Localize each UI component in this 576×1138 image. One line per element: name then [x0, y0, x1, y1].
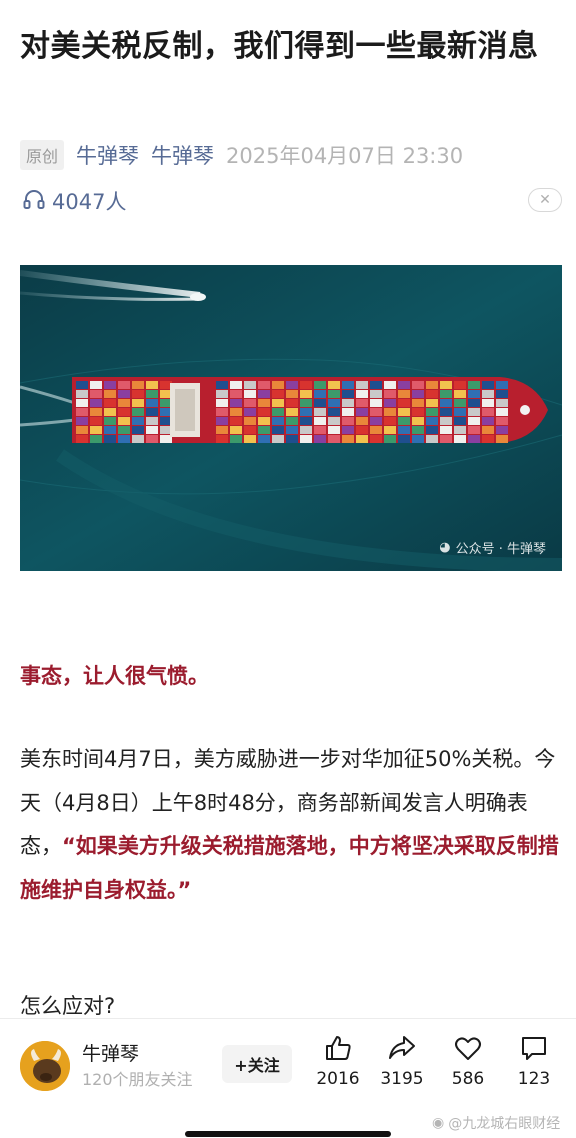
- home-indicator[interactable]: [185, 1131, 391, 1137]
- author-link[interactable]: 牛弹琴: [151, 140, 214, 170]
- like-button[interactable]: 2016: [310, 1033, 366, 1089]
- account-name[interactable]: 牛弹琴: [82, 1039, 139, 1066]
- bottom-bar: 牛弹琴 120个朋友关注 +关注 2016 3195 586 123 ◉ @九龙…: [0, 1018, 576, 1138]
- container-ship-illustration: [20, 265, 562, 571]
- weibo-watermark: ◉ @九龙城右眼财经: [432, 1115, 561, 1132]
- lead-sentence: 事态，让人很气愤。: [20, 664, 209, 688]
- comment-icon: [506, 1033, 562, 1063]
- close-icon: ✕: [539, 192, 551, 208]
- follow-button[interactable]: +关注: [222, 1045, 292, 1083]
- close-audio-button[interactable]: ✕: [528, 188, 562, 212]
- headphones-icon: [22, 188, 46, 215]
- favorite-count: 586: [451, 1069, 485, 1089]
- listener-count: 4047人: [52, 190, 127, 214]
- paragraph-quote: “如果美方升级关税措施落地，中方将坚决采取反制措施维护自身权益。”: [20, 834, 559, 902]
- heart-icon: [440, 1033, 496, 1063]
- article-title: 对美关税反制，我们得到一些最新消息: [20, 29, 539, 64]
- publish-datetime: 2025年04月07日 23:30: [226, 144, 464, 168]
- account-link[interactable]: 牛弹琴: [76, 140, 139, 170]
- friends-following: 120个朋友关注: [82, 1070, 193, 1089]
- article-paragraph: 美东时间4月7日，美方威胁进一步对华加征50%关税。今天（4月8日）上午8时48…: [20, 738, 560, 912]
- avatar[interactable]: [20, 1041, 70, 1091]
- listen-button[interactable]: 4047人: [22, 186, 126, 216]
- comment-count: 123: [517, 1069, 551, 1089]
- original-badge: 原创: [20, 140, 65, 170]
- hero-image: ◕ 公众号 · 牛弹琴: [20, 265, 562, 571]
- wechat-icon: ◕: [439, 540, 451, 555]
- article-meta: 原创 牛弹琴 牛弹琴 2025年04月07日 23:30: [20, 140, 463, 170]
- favorite-button[interactable]: 586: [440, 1033, 496, 1089]
- share-count: 3195: [380, 1069, 424, 1089]
- question-line: 怎么应对?: [20, 994, 116, 1018]
- image-watermark: ◕ 公众号 · 牛弹琴: [439, 540, 546, 557]
- share-icon: [374, 1033, 430, 1063]
- like-count: 2016: [316, 1069, 360, 1089]
- comment-button[interactable]: 123: [506, 1033, 562, 1089]
- thumbs-up-icon: [310, 1033, 366, 1063]
- weibo-icon: ◉: [432, 1115, 445, 1131]
- share-button[interactable]: 3195: [374, 1033, 430, 1089]
